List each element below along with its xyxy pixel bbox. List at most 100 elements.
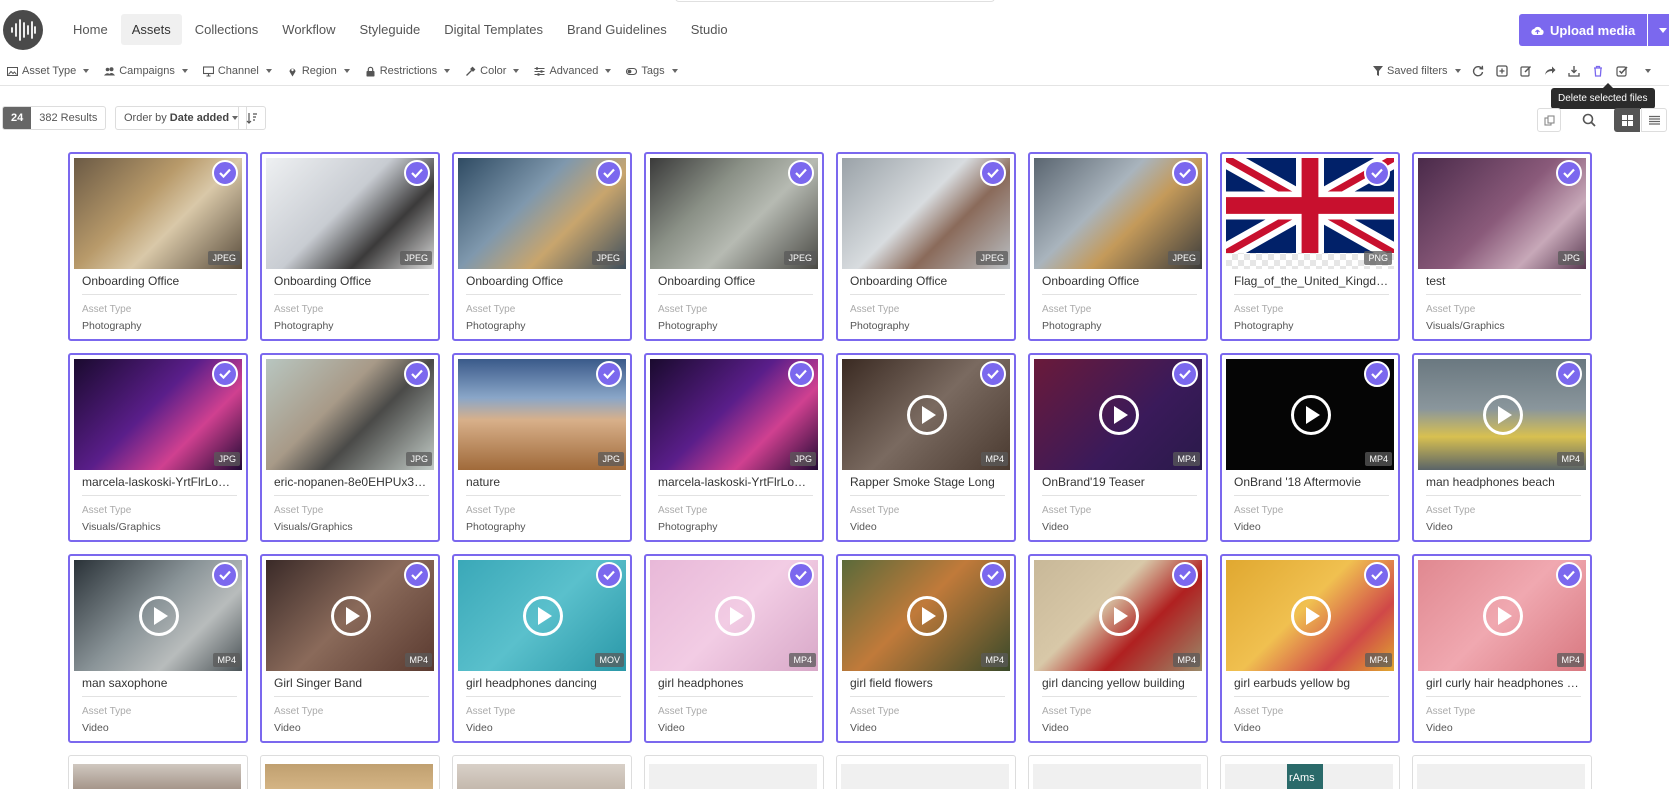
- selected-check-icon[interactable]: [596, 361, 622, 387]
- filter-asset-type[interactable]: Asset Type: [7, 65, 90, 77]
- asset-card[interactable]: MP4 man saxophone Asset Type Video: [68, 554, 248, 743]
- selected-check-icon[interactable]: [1172, 160, 1198, 186]
- play-icon[interactable]: [907, 596, 947, 636]
- asset-card[interactable]: [1412, 755, 1592, 789]
- refresh-icon[interactable]: [1472, 65, 1485, 78]
- selected-check-icon[interactable]: [788, 160, 814, 186]
- tab-home[interactable]: Home: [62, 14, 119, 45]
- download-icon[interactable]: [1568, 65, 1581, 78]
- asset-card[interactable]: [68, 755, 248, 789]
- filter-tags[interactable]: Tags: [626, 65, 678, 77]
- grid-view-button[interactable]: [1614, 108, 1640, 132]
- selected-check-icon[interactable]: [404, 562, 430, 588]
- selected-check-icon[interactable]: [788, 562, 814, 588]
- asset-card[interactable]: [1028, 755, 1208, 789]
- selected-check-icon[interactable]: [1364, 361, 1390, 387]
- filter-color[interactable]: Color: [465, 65, 520, 77]
- selected-check-icon[interactable]: [1556, 361, 1582, 387]
- asset-card[interactable]: [452, 755, 632, 789]
- asset-card[interactable]: MP4 Girl Singer Band Asset Type Video: [260, 554, 440, 743]
- tab-styleguide[interactable]: Styleguide: [349, 14, 432, 45]
- asset-card[interactable]: [836, 755, 1016, 789]
- filter-channel[interactable]: Channel: [202, 65, 272, 77]
- brand-logo[interactable]: [3, 10, 43, 50]
- selected-check-icon[interactable]: [1556, 562, 1582, 588]
- saved-filters-dropdown[interactable]: Saved filters: [1373, 65, 1461, 77]
- asset-card[interactable]: JPEG Onboarding Office Asset Type Photograp…: [68, 152, 248, 341]
- asset-card[interactable]: JPEG Onboarding Office Asset Type Photograp…: [1028, 152, 1208, 341]
- filter-campaigns[interactable]: Campaigns: [104, 65, 188, 77]
- asset-card[interactable]: JPEG Onboarding Office Asset Type Photograp…: [260, 152, 440, 341]
- play-icon[interactable]: [715, 596, 755, 636]
- more-options-dropdown[interactable]: [1640, 65, 1653, 78]
- filter-restrictions[interactable]: Restrictions: [365, 65, 451, 77]
- selected-check-icon[interactable]: [1172, 562, 1198, 588]
- global-search-box[interactable]: [675, 0, 995, 2]
- order-by-select[interactable]: Order by Date added: [115, 106, 248, 130]
- tab-studio[interactable]: Studio: [680, 14, 739, 45]
- selected-check-icon[interactable]: [404, 160, 430, 186]
- filter-advanced[interactable]: Advanced: [534, 65, 612, 77]
- tab-assets[interactable]: Assets: [120, 14, 182, 45]
- upload-media-button[interactable]: Upload media: [1519, 14, 1648, 46]
- play-icon[interactable]: [1291, 395, 1331, 435]
- selected-check-icon[interactable]: [596, 562, 622, 588]
- add-square-icon[interactable]: [1496, 65, 1509, 78]
- selected-check-icon[interactable]: [1364, 562, 1390, 588]
- asset-card[interactable]: rAms: [1220, 755, 1400, 789]
- asset-card[interactable]: [260, 755, 440, 789]
- trash-icon[interactable]: [1592, 65, 1605, 78]
- filter-region[interactable]: Region: [287, 65, 350, 77]
- selected-check-icon[interactable]: [212, 562, 238, 588]
- copy-view-button[interactable]: [1537, 108, 1561, 132]
- selected-check-icon[interactable]: [596, 160, 622, 186]
- asset-card[interactable]: JPG marcela-laskoski-YrtFlrLoRlA-unsplash…: [644, 353, 824, 542]
- play-icon[interactable]: [331, 596, 371, 636]
- zoom-button[interactable]: [1579, 110, 1599, 130]
- asset-card[interactable]: JPEG Onboarding Office Asset Type Photograp…: [644, 152, 824, 341]
- asset-card[interactable]: JPEG Onboarding Office Asset Type Photograp…: [836, 152, 1016, 341]
- play-icon[interactable]: [523, 596, 563, 636]
- asset-card[interactable]: MP4 girl field flowers Asset Type Video: [836, 554, 1016, 743]
- play-icon[interactable]: [1099, 596, 1139, 636]
- selected-check-icon[interactable]: [788, 361, 814, 387]
- tab-digital-templates[interactable]: Digital Templates: [433, 14, 554, 45]
- selected-check-icon[interactable]: [1556, 160, 1582, 186]
- asset-card[interactable]: MP4 OnBrand'19 Teaser Asset Type Video: [1028, 353, 1208, 542]
- play-icon[interactable]: [1483, 395, 1523, 435]
- play-icon[interactable]: [1291, 596, 1331, 636]
- asset-card[interactable]: MP4 girl dancing yellow building Asset Typ…: [1028, 554, 1208, 743]
- selected-check-icon[interactable]: [404, 361, 430, 387]
- asset-card[interactable]: MP4 OnBrand '18 Aftermovie Asset Type Video: [1220, 353, 1400, 542]
- tab-collections[interactable]: Collections: [184, 14, 270, 45]
- selected-check-icon[interactable]: [212, 361, 238, 387]
- asset-card[interactable]: MP4 girl curly hair headphones pink Asset …: [1412, 554, 1592, 743]
- selection-count[interactable]: 24 382 Results: [2, 106, 107, 130]
- sort-direction-button[interactable]: [238, 106, 266, 130]
- asset-card[interactable]: JPG marcela-laskoski-YrtFlrLoRlA-unsplash…: [68, 353, 248, 542]
- upload-options-dropdown[interactable]: [1648, 14, 1669, 46]
- asset-card[interactable]: MOV girl headphones dancing Asset Type Vide…: [452, 554, 632, 743]
- asset-card[interactable]: [644, 755, 824, 789]
- list-view-button[interactable]: [1641, 108, 1667, 132]
- play-icon[interactable]: [907, 395, 947, 435]
- play-icon[interactable]: [1483, 596, 1523, 636]
- play-icon[interactable]: [139, 596, 179, 636]
- selected-check-icon[interactable]: [980, 562, 1006, 588]
- selected-check-icon[interactable]: [980, 361, 1006, 387]
- asset-card[interactable]: MP4 girl headphones Asset Type Video: [644, 554, 824, 743]
- selected-check-icon[interactable]: [980, 160, 1006, 186]
- asset-card[interactable]: JPG nature Asset Type Photography: [452, 353, 632, 542]
- play-icon[interactable]: [1099, 395, 1139, 435]
- asset-card[interactable]: MP4 girl earbuds yellow bg Asset Type Video: [1220, 554, 1400, 743]
- asset-card[interactable]: MP4 Rapper Smoke Stage Long Asset Type Vide…: [836, 353, 1016, 542]
- asset-card[interactable]: PNG Flag_of_the_United_Kingdom Asset Type P…: [1220, 152, 1400, 341]
- asset-card[interactable]: MP4 man headphones beach Asset Type Video: [1412, 353, 1592, 542]
- asset-card[interactable]: JPG eric-nopanen-8e0EHPUx3Mo-unsplash Asse…: [260, 353, 440, 542]
- check-square-icon[interactable]: [1616, 65, 1629, 78]
- asset-card[interactable]: JPG test Asset Type Visuals/Graphics: [1412, 152, 1592, 341]
- selected-check-icon[interactable]: [212, 160, 238, 186]
- selected-check-icon[interactable]: [1364, 160, 1390, 186]
- selected-check-icon[interactable]: [1172, 361, 1198, 387]
- tab-workflow[interactable]: Workflow: [271, 14, 346, 45]
